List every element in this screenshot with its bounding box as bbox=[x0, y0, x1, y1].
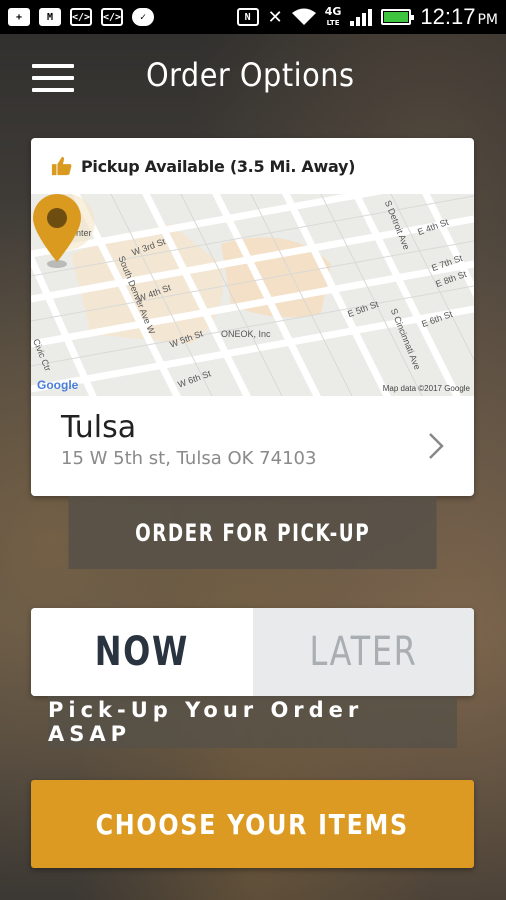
order-for-pickup-button[interactable]: ORDER FOR PICK-UP bbox=[68, 496, 437, 569]
gmail-icon: M bbox=[39, 8, 61, 26]
plus-icon: + bbox=[8, 8, 30, 26]
map-label: ONEOK, Inc bbox=[221, 329, 271, 339]
location-card: Pickup Available (3.5 Mi. Away) Center W… bbox=[31, 138, 474, 496]
wifi-icon bbox=[291, 8, 316, 25]
code-icon: </> bbox=[101, 8, 123, 26]
choose-items-button[interactable]: CHOOSE YOUR ITEMS bbox=[31, 780, 474, 868]
availability-text: Pickup Available (3.5 Mi. Away) bbox=[81, 156, 356, 176]
timing-caption: Pick-Up Your Order ASAP bbox=[48, 696, 457, 748]
choose-items-label: CHOOSE YOUR ITEMS bbox=[95, 807, 410, 841]
signal-icon bbox=[350, 8, 373, 26]
location-name: Tulsa bbox=[61, 410, 137, 445]
thumbs-up-icon bbox=[51, 156, 72, 176]
clock-time: 12:17 bbox=[420, 4, 476, 29]
battery-level bbox=[384, 12, 408, 22]
hamburger-icon[interactable] bbox=[32, 64, 74, 92]
toggle-now[interactable]: NOW bbox=[31, 608, 253, 696]
network-type: 4G LTE bbox=[324, 4, 342, 28]
battery-icon bbox=[381, 9, 415, 25]
map-pin-icon bbox=[33, 194, 81, 268]
map-attribution: Map data ©2017 Google bbox=[382, 384, 470, 393]
status-bar: + M </> </> ✓ N ✕ 4G LTE 12:17 PM bbox=[0, 0, 506, 34]
google-logo: Google bbox=[37, 378, 79, 392]
network-sublabel: LTE bbox=[326, 18, 340, 27]
location-row[interactable]: Tulsa 15 W 5th st, Tulsa OK 74103 bbox=[31, 396, 474, 496]
toggle-later[interactable]: LATER bbox=[252, 608, 474, 696]
network-label: 4G bbox=[324, 4, 342, 18]
chevron-right-icon[interactable] bbox=[428, 432, 444, 460]
chat-icon: ✓ bbox=[132, 8, 154, 26]
location-address: 15 W 5th st, Tulsa OK 74103 bbox=[61, 448, 317, 469]
page-title: Order Options bbox=[146, 56, 355, 94]
clock: 12:17 PM bbox=[420, 4, 498, 30]
toggle-later-label: LATER bbox=[309, 629, 418, 675]
app-header: Order Options bbox=[0, 40, 506, 116]
mute-icon: ✕ bbox=[267, 6, 283, 28]
clock-ampm: PM bbox=[477, 12, 498, 28]
availability-row: Pickup Available (3.5 Mi. Away) bbox=[31, 138, 474, 194]
location-map[interactable]: BOK Center W 3rd St W 4th St W 5th St W … bbox=[31, 194, 474, 396]
toggle-now-label: NOW bbox=[94, 629, 189, 675]
order-for-pickup-label: ORDER FOR PICK-UP bbox=[134, 518, 371, 547]
timing-toggle: NOW LATER bbox=[31, 608, 474, 696]
nfc-icon: N bbox=[236, 8, 259, 26]
code-icon: </> bbox=[70, 8, 92, 26]
